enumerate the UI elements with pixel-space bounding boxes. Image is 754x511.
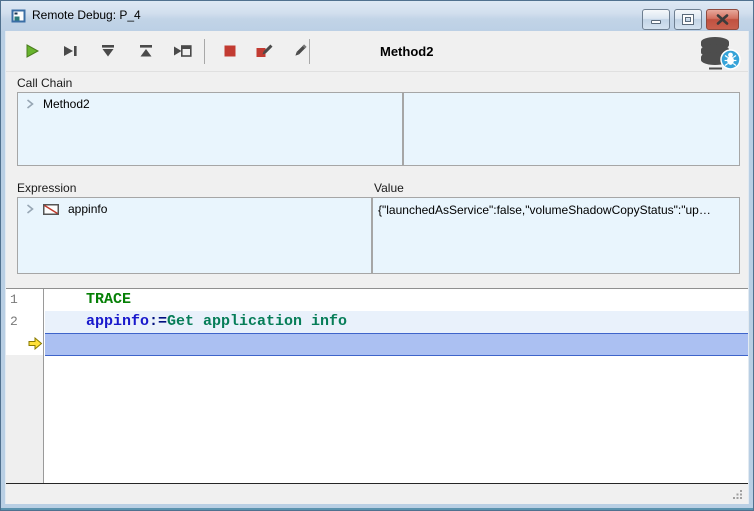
editor-gutter[interactable]: 1 2: [6, 289, 44, 483]
close-icon: [716, 14, 729, 25]
abort-button[interactable]: [220, 41, 240, 61]
call-chain-label: Call Chain: [17, 76, 72, 90]
app-icon: [11, 8, 27, 24]
code-line-current[interactable]: [45, 333, 748, 356]
expression-name: appinfo: [68, 202, 107, 216]
step-into-button[interactable]: [98, 41, 118, 61]
continue-button[interactable]: [22, 41, 42, 61]
call-chain-detail-panel: [403, 92, 740, 166]
client-area: Method2: [5, 31, 749, 504]
step-into-process-button[interactable]: [172, 41, 192, 61]
restore-icon: [683, 15, 693, 24]
code-editor[interactable]: 1 2 TRACE appinfo:=Get application info: [6, 289, 748, 483]
call-chain-method-name: Method2: [43, 97, 90, 111]
title-bar[interactable]: Remote Debug: P_4: [1, 1, 753, 31]
chevron-right-icon: [26, 204, 34, 214]
execution-pointer-icon: [28, 337, 43, 350]
line-number: 1: [10, 292, 30, 307]
minimize-button[interactable]: [642, 9, 670, 30]
maximize-button[interactable]: [674, 9, 702, 30]
expression-list: appinfo: [17, 197, 372, 274]
expression-value[interactable]: {"launchedAsService":false,"volumeShadow…: [373, 198, 739, 217]
window-title: Remote Debug: P_4: [32, 8, 141, 22]
step-out-icon: [137, 42, 155, 60]
abort-and-edit-button[interactable]: [254, 41, 274, 61]
resize-grip[interactable]: [732, 489, 743, 500]
step-out-button[interactable]: [136, 41, 156, 61]
object-variable-icon: [43, 204, 59, 215]
code-token: Get application info: [167, 313, 347, 330]
expression-column-label: Expression: [17, 181, 76, 195]
call-chain-list: Method2: [17, 92, 403, 166]
step-over-button[interactable]: [60, 41, 80, 61]
step-into-icon: [99, 42, 117, 60]
code-line-1[interactable]: TRACE: [45, 289, 748, 311]
debug-toolbar: Method2: [6, 31, 748, 72]
toolbar-separator: [204, 39, 205, 64]
value-column-label: Value: [374, 181, 404, 195]
step-over-icon: [61, 42, 79, 60]
play-icon: [23, 42, 41, 60]
step-into-process-icon: [173, 42, 192, 60]
chevron-right-icon: [26, 99, 34, 109]
code-token: TRACE: [86, 291, 131, 308]
code-token: appinfo: [86, 313, 149, 330]
call-chain-item[interactable]: Method2: [18, 93, 402, 115]
expression-row[interactable]: appinfo: [18, 198, 371, 220]
code-line-2[interactable]: appinfo:=Get application info: [45, 311, 748, 333]
toolbar-separator: [309, 39, 310, 64]
code-area: TRACE appinfo:=Get application info: [45, 289, 748, 483]
stop-icon: [221, 42, 239, 60]
debug-database-icon[interactable]: [696, 34, 742, 72]
line-number: 2: [10, 314, 30, 329]
remote-debug-window: Remote Debug: P_4: [0, 0, 754, 511]
abort-edit-icon: [255, 42, 274, 60]
current-method-label: Method2: [380, 44, 433, 59]
close-button[interactable]: [706, 9, 739, 30]
status-bar: [6, 484, 748, 504]
code-token: :=: [149, 313, 167, 330]
edit-button[interactable]: [290, 41, 310, 61]
pencil-icon: [291, 42, 309, 60]
minimize-icon: [651, 20, 661, 24]
value-list: {"launchedAsService":false,"volumeShadow…: [372, 197, 740, 274]
window-bottom-edge: [1, 508, 753, 510]
